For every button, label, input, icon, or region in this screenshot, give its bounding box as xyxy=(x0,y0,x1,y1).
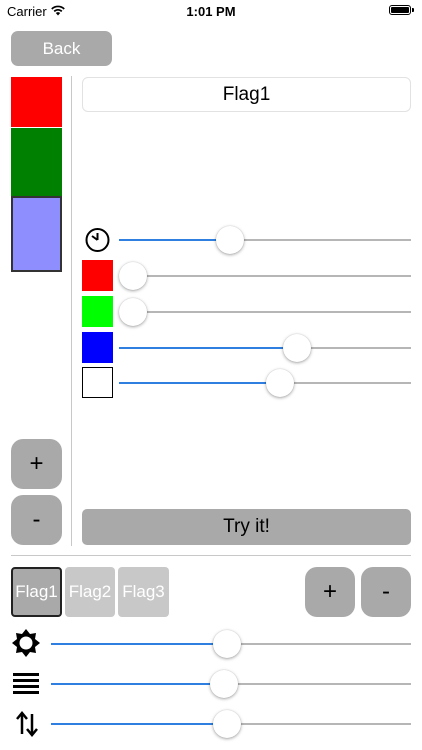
horizontal-divider xyxy=(11,555,411,556)
vertical-divider xyxy=(71,76,72,546)
flag-tab-3[interactable]: Flag3 xyxy=(118,567,169,617)
timer-icon xyxy=(85,228,110,252)
status-bar: Carrier 1:01 PM xyxy=(0,0,422,22)
green-slider-thumb[interactable] xyxy=(119,298,147,326)
battery-tip xyxy=(412,8,414,12)
timer-slider-thumb[interactable] xyxy=(215,226,244,254)
blue-slider-thumb[interactable] xyxy=(283,334,312,362)
vertical-slider-fill xyxy=(51,723,228,725)
lines-icon xyxy=(13,673,39,694)
remove-flag-button[interactable]: - xyxy=(361,567,411,617)
white-square-icon xyxy=(82,367,113,398)
blue-square-icon xyxy=(82,332,113,363)
color-swatch-selected[interactable] xyxy=(11,196,62,272)
white-slider-thumb[interactable] xyxy=(265,369,294,397)
flag-tab-2[interactable]: Flag2 xyxy=(65,567,115,617)
flag-name-field[interactable]: Flag1 xyxy=(82,77,411,112)
lines-slider-thumb[interactable] xyxy=(209,670,238,698)
color-swatch-green[interactable] xyxy=(11,128,62,196)
remove-stripe-button[interactable]: - xyxy=(11,495,62,545)
blue-slider-fill xyxy=(119,347,298,349)
brightness-icon xyxy=(12,629,40,657)
battery-icon xyxy=(389,5,411,15)
brightness-slider-thumb[interactable] xyxy=(213,630,242,658)
vertical-slider-thumb[interactable] xyxy=(213,710,242,738)
blue-slider[interactable] xyxy=(119,347,411,349)
red-slider[interactable] xyxy=(119,275,411,277)
white-slider-fill xyxy=(119,382,280,384)
lines-slider-fill xyxy=(51,683,224,685)
add-flag-button[interactable]: + xyxy=(305,567,355,617)
timer-slider[interactable] xyxy=(119,239,411,241)
try-it-button[interactable]: Try it! xyxy=(82,509,411,545)
flag-tab-1[interactable]: Flag1 xyxy=(11,567,62,617)
green-square-icon xyxy=(82,296,113,327)
red-slider-thumb[interactable] xyxy=(119,262,147,290)
color-swatch-red[interactable] xyxy=(11,77,62,127)
timer-slider-fill xyxy=(119,239,230,241)
brightness-slider-fill xyxy=(51,643,228,645)
red-square-icon xyxy=(82,260,113,291)
clock: 1:01 PM xyxy=(186,4,236,19)
add-stripe-button[interactable]: + xyxy=(11,439,62,489)
vertical-arrows-icon xyxy=(16,711,38,737)
green-slider[interactable] xyxy=(119,311,411,313)
back-button[interactable]: Back xyxy=(11,31,112,66)
